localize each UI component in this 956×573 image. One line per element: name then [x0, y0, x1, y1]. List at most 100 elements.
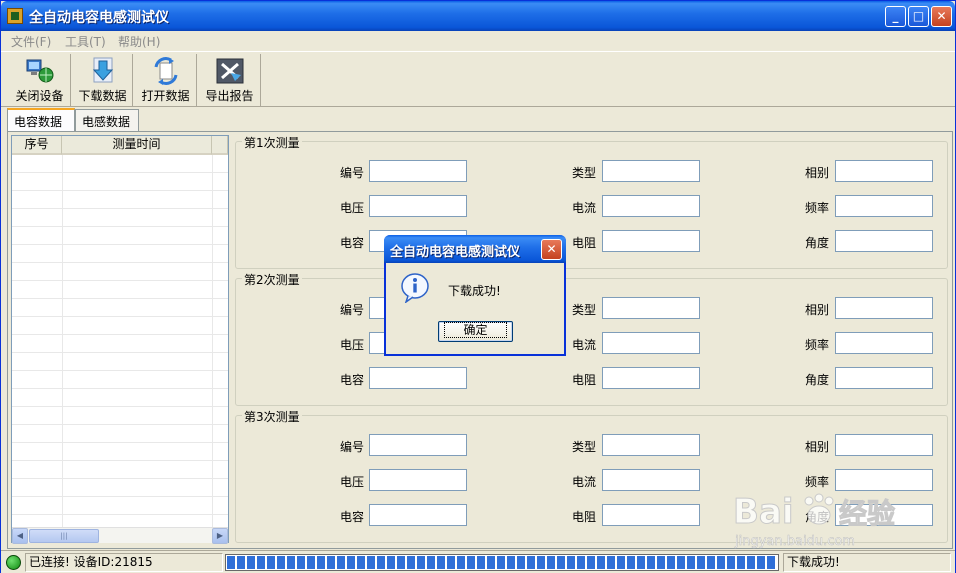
menu-tools[interactable]: 工具(T)	[65, 33, 106, 50]
window-title: 全自动电容电感测试仪	[29, 10, 169, 26]
type-input[interactable]	[602, 297, 700, 319]
close-icon: ✕	[546, 242, 557, 256]
horizontal-scrollbar[interactable]: ◀ ||| ▶	[12, 527, 228, 544]
current-input[interactable]	[602, 469, 700, 491]
group-title: 第1次测量	[242, 134, 302, 151]
column-filler	[212, 136, 228, 155]
maximize-button[interactable]: □	[908, 6, 929, 27]
resistance-input[interactable]	[602, 504, 700, 526]
arrow-left-icon: ◀	[16, 531, 24, 540]
field-label: 电阻	[572, 510, 597, 524]
frequency-input[interactable]	[835, 469, 933, 491]
minimize-button[interactable]: _	[885, 6, 906, 27]
field-label: 电容	[340, 510, 365, 524]
close-icon: ✕	[936, 9, 947, 23]
type-input[interactable]	[602, 434, 700, 456]
field-label: 电阻	[572, 236, 597, 250]
current-input[interactable]	[602, 332, 700, 354]
field-label: 电阻	[572, 373, 597, 387]
field-label: 相别	[805, 440, 830, 454]
title-bar[interactable]: 全自动电容电感测试仪 _ □ ✕	[1, 1, 955, 31]
field-label: 电流	[572, 201, 597, 215]
phase-input[interactable]	[835, 160, 933, 182]
field-label: 编号	[340, 303, 365, 317]
menu-help[interactable]: 帮助(H)	[118, 33, 160, 50]
field-label: 编号	[340, 166, 365, 180]
maximize-icon: □	[912, 9, 925, 23]
download-data-button[interactable]: 下载数据	[73, 54, 133, 106]
field-label: 电容	[340, 373, 365, 387]
progress-bar	[225, 554, 779, 571]
minimize-icon: _	[892, 9, 899, 23]
open-data-icon	[154, 57, 177, 85]
open-data-button[interactable]: 打开数据	[135, 54, 197, 106]
list-rows[interactable]	[12, 155, 228, 527]
resistance-input[interactable]	[602, 230, 700, 252]
field-label: 相别	[805, 166, 830, 180]
phase-input[interactable]	[835, 434, 933, 456]
field-label: 电流	[572, 338, 597, 352]
voltage-input[interactable]	[369, 195, 467, 217]
id-input[interactable]	[369, 160, 467, 182]
phase-input[interactable]	[835, 297, 933, 319]
app-icon[interactable]	[7, 8, 23, 24]
open-data-label: 打开数据	[141, 89, 190, 103]
menu-file[interactable]: 文件(F)	[11, 33, 51, 50]
network-computer-icon	[26, 59, 53, 83]
dialog-message: 下载成功!	[448, 284, 501, 298]
measurement-list[interactable]: 序号 测量时间 ◀ ||| ▶	[11, 135, 229, 544]
group-title: 第2次测量	[242, 271, 302, 288]
scroll-left-button[interactable]: ◀	[12, 528, 28, 544]
list-header: 序号 测量时间	[12, 136, 228, 155]
status-bar: 已连接! 设备ID:21815 下载成功!	[1, 550, 955, 573]
field-label: 电压	[340, 201, 365, 215]
tab-capacitance[interactable]: 电容数据	[7, 108, 75, 132]
capacitance-input[interactable]	[369, 504, 467, 526]
export-report-button[interactable]: 导出报告	[199, 54, 261, 106]
grip-icon: |||	[60, 532, 68, 540]
resistance-input[interactable]	[602, 367, 700, 389]
tab-inductance[interactable]: 电感数据	[75, 109, 139, 131]
field-label: 角度	[805, 236, 830, 250]
field-label: 角度	[805, 373, 830, 387]
close-button[interactable]: ✕	[931, 6, 952, 27]
toolbar: 关闭设备 下载数据 打开数据 导出报告	[1, 51, 955, 107]
field-label: 频率	[805, 338, 830, 352]
watermark-brand: Bai	[733, 492, 794, 532]
field-label: 电压	[340, 338, 365, 352]
capacitance-input[interactable]	[369, 367, 467, 389]
dialog-title: 全自动电容电感测试仪	[390, 245, 521, 260]
paw-icon	[804, 493, 834, 525]
download-arrow-icon	[92, 57, 113, 83]
export-report-icon	[216, 58, 243, 84]
column-time[interactable]: 测量时间	[62, 136, 212, 155]
ok-button[interactable]: 确定	[438, 321, 513, 342]
type-input[interactable]	[602, 160, 700, 182]
angle-input[interactable]	[835, 230, 933, 252]
info-icon	[401, 273, 429, 303]
column-index[interactable]: 序号	[12, 136, 62, 155]
close-device-label: 关闭设备	[15, 89, 64, 103]
dialog-close-button[interactable]: ✕	[541, 239, 562, 260]
scroll-thumb[interactable]: |||	[29, 529, 99, 543]
id-input[interactable]	[369, 434, 467, 456]
main-window: 全自动电容电感测试仪 _ □ ✕ 文件(F) 工具(T) 帮助(H) 关闭设备	[0, 0, 956, 573]
current-input[interactable]	[602, 195, 700, 217]
watermark-suffix: 经验	[839, 497, 895, 530]
frequency-input[interactable]	[835, 332, 933, 354]
progress-fill	[227, 556, 777, 569]
voltage-input[interactable]	[369, 469, 467, 491]
frequency-input[interactable]	[835, 195, 933, 217]
download-data-label: 下载数据	[78, 89, 127, 103]
dialog-title-bar[interactable]: 全自动电容电感测试仪 ✕	[384, 235, 566, 263]
field-label: 频率	[805, 475, 830, 489]
field-label: 类型	[572, 166, 597, 180]
close-device-button[interactable]: 关闭设备	[9, 54, 71, 106]
angle-input[interactable]	[835, 367, 933, 389]
scroll-right-button[interactable]: ▶	[212, 528, 228, 544]
field-label: 类型	[572, 303, 597, 317]
field-label: 类型	[572, 440, 597, 454]
field-label: 电压	[340, 475, 365, 489]
menu-bar: 文件(F) 工具(T) 帮助(H)	[1, 31, 955, 51]
measurement-group-1: 第1次测量 编号 电压 电容 类型 电流 电阻 相别 频率 角度	[235, 134, 948, 269]
